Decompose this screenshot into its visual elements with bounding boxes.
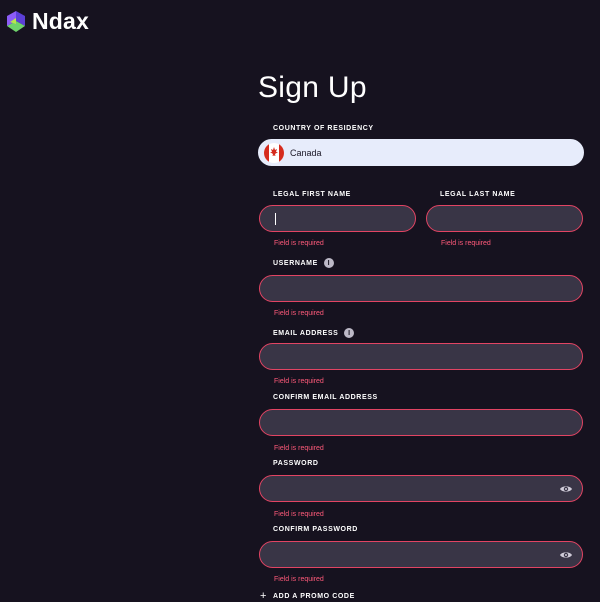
username-label: USERNAME i [273, 258, 334, 268]
last-name-input[interactable] [426, 205, 583, 232]
password-label: PASSWORD [273, 460, 319, 467]
confirm-password-input[interactable] [259, 541, 583, 568]
username-error: Field is required [274, 310, 324, 317]
password-error: Field is required [274, 511, 324, 518]
country-select[interactable]: Canada [258, 139, 584, 166]
email-label-text: EMAIL ADDRESS [273, 329, 339, 337]
eye-icon[interactable] [559, 484, 573, 494]
brand-logo[interactable]: Ndax [6, 8, 89, 35]
add-promo-code-label: ADD A PROMO CODE [273, 592, 355, 600]
plus-icon: + [260, 590, 268, 602]
brand-name: Ndax [32, 8, 90, 34]
country-label: COUNTRY OF RESIDENCY [273, 125, 374, 132]
confirm-password-label: CONFIRM PASSWORD [273, 526, 358, 533]
info-icon[interactable]: i [344, 328, 355, 338]
signup-form: Sign Up [258, 68, 584, 108]
last-name-label: LEGAL LAST NAME [440, 191, 516, 198]
email-error: Field is required [274, 378, 324, 385]
first-name-error: Field is required [274, 240, 324, 247]
first-name-label: LEGAL FIRST NAME [273, 191, 351, 198]
info-icon[interactable]: i [323, 258, 334, 268]
email-label: EMAIL ADDRESS i [273, 328, 355, 338]
username-input[interactable] [259, 275, 583, 302]
add-promo-code-link[interactable]: + ADD A PROMO CODE [260, 590, 355, 602]
email-input[interactable] [259, 343, 583, 370]
first-name-input[interactable] [259, 205, 416, 232]
password-input[interactable] [259, 475, 583, 502]
text-cursor [275, 213, 276, 225]
confirm-email-input[interactable] [259, 409, 583, 436]
ndax-logo-icon [7, 10, 25, 32]
username-label-text: USERNAME [273, 259, 318, 267]
confirm-email-label: CONFIRM EMAIL ADDRESS [273, 394, 378, 401]
last-name-error: Field is required [441, 240, 491, 247]
page-title: Sign Up [258, 71, 367, 104]
confirm-password-error: Field is required [274, 576, 324, 583]
eye-icon[interactable] [559, 550, 573, 560]
canada-flag-icon [264, 143, 284, 163]
confirm-email-error: Field is required [274, 445, 324, 452]
country-value: Canada [290, 148, 322, 158]
